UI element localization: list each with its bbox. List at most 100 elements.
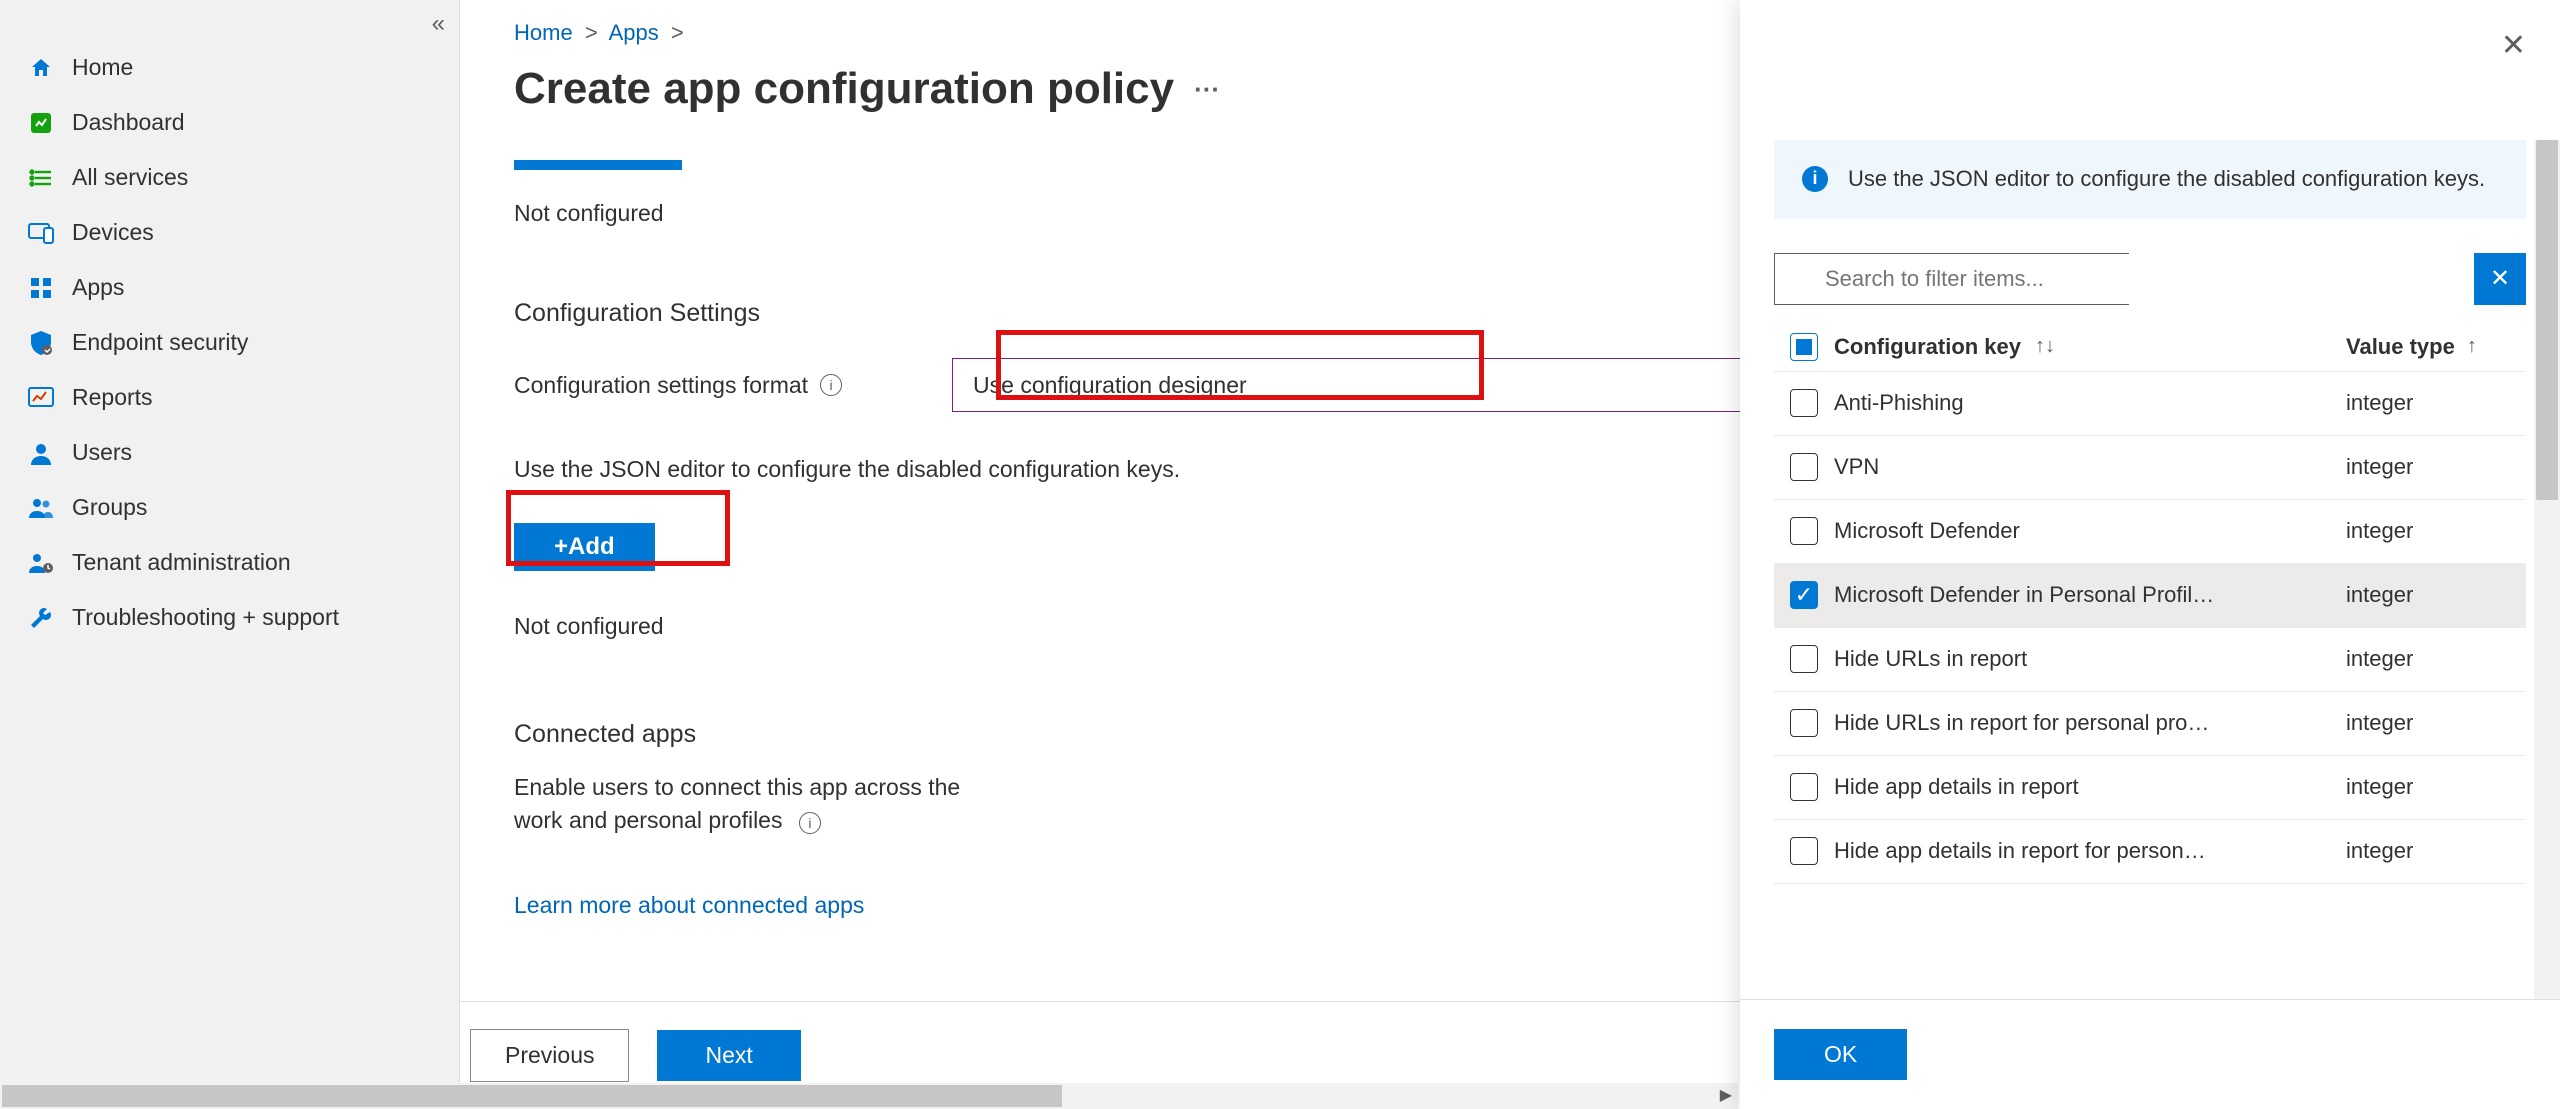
config-key-label: Hide app details in report for person… <box>1834 838 2206 864</box>
sidebar-item-troubleshoot[interactable]: Troubleshooting + support <box>0 590 459 645</box>
info-icon: i <box>1802 166 1828 192</box>
value-type-label: integer <box>2346 582 2413 608</box>
value-type-label: integer <box>2346 518 2413 544</box>
info-icon[interactable]: i <box>820 374 842 396</box>
config-key-label: Anti-Phishing <box>1834 390 1964 416</box>
sidebar-item-label: Tenant administration <box>72 549 291 576</box>
list-icon <box>28 166 54 190</box>
config-key-label: Hide app details in report <box>1834 774 2079 800</box>
search-input[interactable] <box>1774 253 2129 305</box>
sidebar-item-dashboard[interactable]: Dashboard <box>0 95 459 150</box>
sidebar-item-label: Groups <box>72 494 147 521</box>
config-format-select[interactable]: Use configuration designer <box>952 358 1752 412</box>
config-row[interactable]: Hide URLs in report for personal pro…int… <box>1774 692 2526 756</box>
sidebar-item-label: All services <box>72 164 188 191</box>
sidebar-item-apps[interactable]: Apps <box>0 260 459 315</box>
add-button[interactable]: +Add <box>514 523 655 571</box>
connected-apps-desc-text: Enable users to connect this app across … <box>514 774 960 833</box>
sidebar-item-reports[interactable]: Reports <box>0 370 459 425</box>
horizontal-scrollbar[interactable]: ◀ ▶ <box>0 1083 1738 1109</box>
wrench-icon <box>28 606 54 630</box>
config-key-label: Microsoft Defender in Personal Profil… <box>1834 582 2214 608</box>
tenant-admin-icon <box>28 551 54 575</box>
config-key-label: VPN <box>1834 454 1879 480</box>
config-row[interactable]: Hide URLs in report integer <box>1774 628 2526 692</box>
home-icon <box>28 56 54 80</box>
apps-icon <box>28 276 54 300</box>
row-checkbox[interactable]: ✓ <box>1790 581 1818 609</box>
config-rows-container: Anti-PhishingintegerVPNintegerMicrosoft … <box>1774 372 2526 884</box>
info-callout-text: Use the JSON editor to configure the dis… <box>1848 164 2485 195</box>
row-checkbox[interactable] <box>1790 453 1818 481</box>
sidebar-item-label: Dashboard <box>72 109 185 136</box>
sidebar-item-groups[interactable]: Groups <box>0 480 459 535</box>
previous-button[interactable]: Previous <box>470 1029 629 1082</box>
breadcrumb-apps[interactable]: Apps <box>609 20 659 45</box>
sidebar-item-home[interactable]: Home <box>0 40 459 95</box>
sidebar-item-tenant-admin[interactable]: Tenant administration <box>0 535 459 590</box>
value-type-label: integer <box>2346 646 2413 672</box>
row-checkbox[interactable] <box>1790 773 1818 801</box>
more-actions-icon[interactable]: ··· <box>1194 74 1220 105</box>
flyout-footer: OK <box>1740 999 2560 1109</box>
select-all-checkbox[interactable] <box>1790 333 1818 361</box>
row-checkbox[interactable] <box>1790 645 1818 673</box>
sidebar-item-label: Home <box>72 54 133 81</box>
flyout-scrollbar-thumb[interactable] <box>2536 140 2558 500</box>
column-header-value[interactable]: Value type ↑ <box>2346 334 2526 360</box>
connected-apps-description: Enable users to connect this app across … <box>514 771 994 838</box>
close-icon[interactable]: ✕ <box>2501 28 2526 63</box>
config-key-label: Hide URLs in report for personal pro… <box>1834 710 2209 736</box>
config-row[interactable]: Anti-Phishing integer <box>1774 372 2526 436</box>
next-button[interactable]: Next <box>657 1030 800 1081</box>
sidebar-item-label: Endpoint security <box>72 329 248 356</box>
column-header-key[interactable]: Configuration key ↑↓ <box>1834 334 2346 360</box>
reports-icon <box>28 387 54 409</box>
config-row[interactable]: VPNinteger <box>1774 436 2526 500</box>
value-type-label: integer <box>2346 390 2413 416</box>
sidebar-item-devices[interactable]: Devices <box>0 205 459 260</box>
sidebar-item-users[interactable]: Users <box>0 425 459 480</box>
ok-button[interactable]: OK <box>1774 1029 1907 1080</box>
label-config-format: Configuration settings format i <box>514 372 842 399</box>
clear-search-button[interactable]: ✕ <box>2474 253 2526 305</box>
row-checkbox[interactable] <box>1790 389 1818 417</box>
config-row[interactable]: Hide app details in report integer <box>1774 756 2526 820</box>
scroll-right-icon[interactable]: ▶ <box>1720 1085 1732 1105</box>
info-callout: i Use the JSON editor to configure the d… <box>1774 140 2526 219</box>
config-row[interactable]: ✓ Microsoft Defender in Personal Profil… i… <box>1774 564 2526 628</box>
sort-icon: ↑↓ <box>2035 335 2055 358</box>
info-icon[interactable]: i <box>799 812 821 834</box>
table-header: Configuration key ↑↓ Value type ↑ <box>1774 323 2526 372</box>
value-type-label: integer <box>2346 838 2413 864</box>
scrollbar-thumb[interactable] <box>2 1085 1062 1107</box>
row-checkbox[interactable] <box>1790 709 1818 737</box>
sidebar-item-endpoint-security[interactable]: Endpoint security <box>0 315 459 370</box>
sidebar-item-label: Reports <box>72 384 153 411</box>
sidebar-item-all-services[interactable]: All services <box>0 150 459 205</box>
breadcrumb-home[interactable]: Home <box>514 20 573 45</box>
learn-more-link[interactable]: Learn more about connected apps <box>514 892 864 919</box>
value-type-label: integer <box>2346 774 2413 800</box>
sidebar-item-label: Apps <box>72 274 124 301</box>
config-key-label: Microsoft Defender <box>1834 518 2020 544</box>
left-sidebar: « Home Dashboard All services Devices Ap… <box>0 0 460 1109</box>
breadcrumb-sep: > <box>671 20 684 45</box>
sidebar-collapse-icon[interactable]: « <box>432 10 445 38</box>
active-tab-indicator <box>514 160 682 170</box>
group-icon <box>28 496 54 520</box>
shield-icon <box>28 330 54 356</box>
row-checkbox[interactable] <box>1790 517 1818 545</box>
row-checkbox[interactable] <box>1790 837 1818 865</box>
sidebar-item-label: Users <box>72 439 132 466</box>
devices-icon <box>28 222 54 244</box>
sidebar-item-label: Troubleshooting + support <box>72 604 339 631</box>
config-row[interactable]: Microsoft Defender integer <box>1774 500 2526 564</box>
sidebar-item-label: Devices <box>72 219 154 246</box>
user-icon <box>28 441 54 465</box>
column-header-value-label: Value type <box>2346 334 2455 360</box>
config-row[interactable]: Hide app details in report for person… in… <box>1774 820 2526 884</box>
config-key-label: Hide URLs in report <box>1834 646 2027 672</box>
label-config-format-text: Configuration settings format <box>514 372 808 399</box>
config-keys-panel: ✕ i Use the JSON editor to configure the… <box>1740 0 2560 1109</box>
